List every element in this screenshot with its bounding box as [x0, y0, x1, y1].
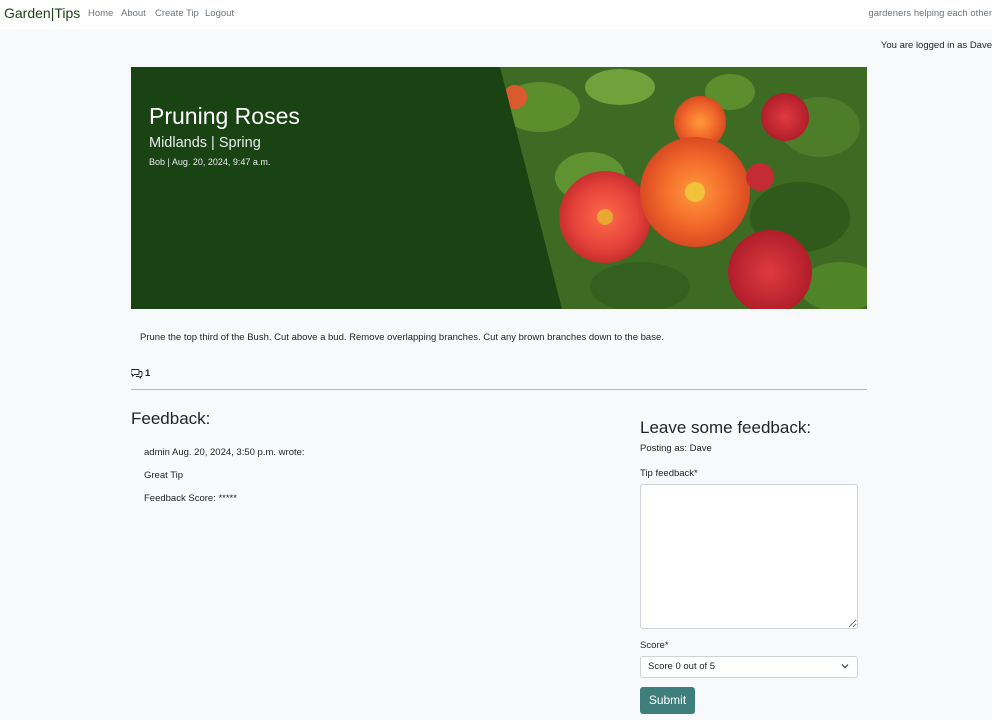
tip-content: Prune the top third of the Bush. Cut abo…	[140, 332, 664, 343]
submit-button[interactable]: Submit	[640, 687, 695, 714]
chevron-down-icon	[841, 664, 849, 669]
divider	[131, 389, 867, 390]
feedback-heading: Feedback:	[131, 409, 211, 428]
tip-author-date: Bob | Aug. 20, 2024, 9:47 a.m.	[149, 157, 271, 167]
nav-create-tip[interactable]: Create Tip	[155, 8, 199, 19]
score-label: Score*	[640, 640, 669, 651]
feedback-item-score: Feedback Score: *****	[144, 493, 237, 504]
comment-count: 1	[131, 368, 150, 379]
navbar: Garden|Tips Home About Create Tip Logout…	[0, 0, 992, 29]
posting-as: Posting as: Dave	[640, 443, 712, 454]
nav-about[interactable]: About	[121, 8, 146, 19]
score-select[interactable]: Score 0 out of 5	[640, 656, 858, 678]
login-status: You are logged in as Dave	[880, 40, 992, 51]
comment-count-value: 1	[145, 368, 151, 379]
leave-feedback-heading: Leave some feedback:	[640, 418, 812, 437]
comments-icon	[131, 369, 143, 379]
feedback-item-body: Great Tip	[144, 470, 184, 481]
score-select-value: Score 0 out of 5	[648, 661, 716, 672]
tip-header: Pruning Roses Midlands | Spring Bob | Au…	[131, 67, 867, 309]
feedback-textarea[interactable]	[640, 484, 858, 629]
feedback-item-header: admin Aug. 20, 2024, 3:50 p.m. wrote:	[144, 447, 305, 458]
nav-home[interactable]: Home	[88, 8, 113, 19]
feedback-label: Tip feedback*	[640, 468, 698, 479]
tip-title: Pruning Roses	[149, 103, 300, 129]
tagline: gardeners helping each other	[868, 8, 992, 19]
tip-region-season: Midlands | Spring	[149, 135, 261, 151]
brand-logo[interactable]: Garden|Tips	[4, 5, 80, 21]
roses-image	[500, 67, 867, 309]
nav-logout[interactable]: Logout	[205, 8, 234, 19]
